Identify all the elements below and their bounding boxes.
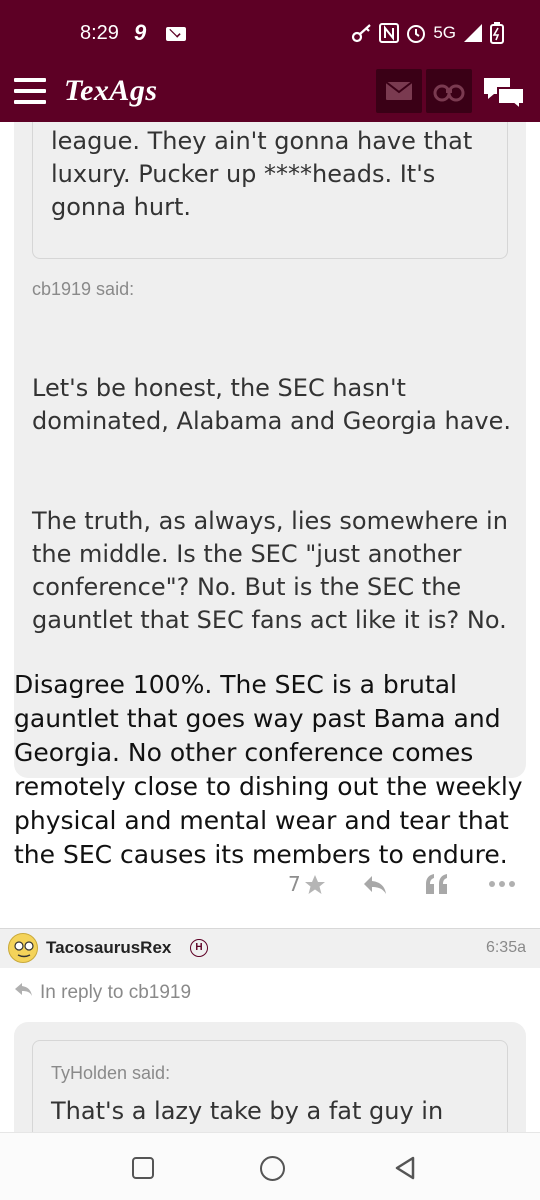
messages-button[interactable]: [376, 69, 422, 113]
post-actions: 7: [0, 866, 540, 906]
more-icon[interactable]: [488, 880, 516, 888]
nested-quote-text: supporting him when we joined the league…: [51, 127, 473, 221]
watch-button[interactable]: [426, 69, 472, 113]
recents-button[interactable]: [132, 1157, 154, 1179]
post-body: Disagree 100%. The SEC is a brutal gaunt…: [14, 670, 523, 869]
binoculars-icon: [433, 84, 465, 102]
alarm-icon: [407, 25, 426, 43]
mail-icon: [385, 81, 413, 100]
quote-author[interactable]: TyHolden said:: [51, 1063, 170, 1084]
post-header: TacosaurusRex H 6:35a: [0, 928, 540, 968]
reply-icon[interactable]: [362, 874, 388, 896]
key-icon: [352, 24, 372, 43]
post-author[interactable]: TacosaurusRex: [46, 938, 171, 958]
user-badge: H: [190, 939, 208, 957]
status-time: 8:29: [80, 22, 119, 44]
quote-paragraph: The truth, as always, lies somewhere in …: [32, 507, 508, 634]
home-button[interactable]: [260, 1156, 285, 1181]
in-reply-to-link[interactable]: In reply to cb1919: [14, 982, 191, 1004]
quote-icon[interactable]: [424, 872, 450, 896]
post-time[interactable]: 6:35a: [486, 939, 526, 957]
in-reply-to-text: In reply to cb1919: [40, 982, 192, 1003]
reply-arrow-icon: [15, 983, 32, 996]
network-label: 5G: [433, 23, 456, 42]
mail-icon: [166, 27, 186, 41]
system-nav-bar: [0, 1132, 540, 1200]
site-logo[interactable]: TexAgs: [64, 74, 158, 108]
signal-icon: [464, 24, 482, 42]
status-icons: 5G: [351, 22, 504, 44]
notification-number: 9: [134, 20, 147, 45]
star-icon[interactable]: [304, 874, 326, 896]
nested-quote: supporting him when we joined the league…: [32, 122, 508, 259]
thread-content: supporting him when we joined the league…: [0, 122, 540, 1132]
nfc-icon: [379, 23, 400, 43]
battery-icon: [490, 22, 504, 44]
back-button[interactable]: [392, 1155, 418, 1181]
quote-paragraph: Let's be honest, the SEC hasn't dominate…: [32, 374, 512, 435]
nested-quote-text: That's a lazy take by a fat guy in: [51, 1097, 444, 1125]
like-count: 7: [288, 872, 301, 896]
quote-author[interactable]: cb1919 said:: [32, 279, 134, 300]
chat-icon[interactable]: [482, 74, 526, 110]
app-header: TexAgs: [0, 62, 540, 122]
status-bar: 8:29 9 5G: [0, 0, 540, 62]
avatar[interactable]: [8, 933, 38, 963]
menu-icon[interactable]: [14, 78, 46, 104]
